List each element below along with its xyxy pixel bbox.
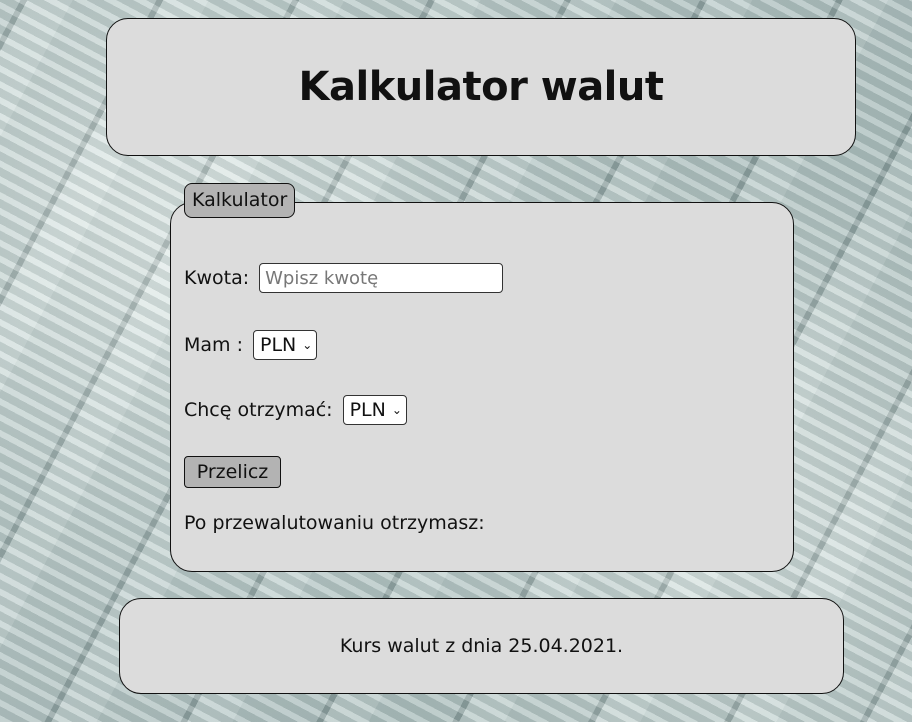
want-currency-value: PLN [349, 399, 386, 421]
chevron-down-icon: ⌄ [302, 338, 313, 352]
chevron-down-icon: ⌄ [391, 403, 402, 417]
result-text: Po przewalutowaniu otrzymasz: [184, 512, 485, 534]
amount-label: Kwota: [184, 267, 250, 289]
have-currency-row: Mam : PLN ⌄ [184, 330, 318, 360]
want-currency-row: Chcę otrzymać: PLN ⌄ [184, 395, 407, 425]
calculator-legend: Kalkulator [184, 183, 296, 218]
want-currency-select[interactable]: PLN ⌄ [342, 395, 407, 425]
amount-input[interactable] [259, 263, 504, 293]
amount-row: Kwota: [184, 263, 504, 293]
have-currency-value: PLN [260, 334, 297, 356]
have-currency-select[interactable]: PLN ⌄ [253, 330, 318, 360]
exchange-rate-date: Kurs walut z dnia 25.04.2021. [339, 635, 624, 657]
convert-button[interactable]: Przelicz [184, 456, 281, 488]
header-panel: Kalkulator walut [106, 18, 856, 156]
page-title: Kalkulator walut [298, 64, 665, 110]
have-currency-label: Mam : [184, 334, 243, 356]
want-currency-label: Chcę otrzymać: [184, 399, 333, 421]
footer-panel: Kurs walut z dnia 25.04.2021. [119, 598, 844, 694]
